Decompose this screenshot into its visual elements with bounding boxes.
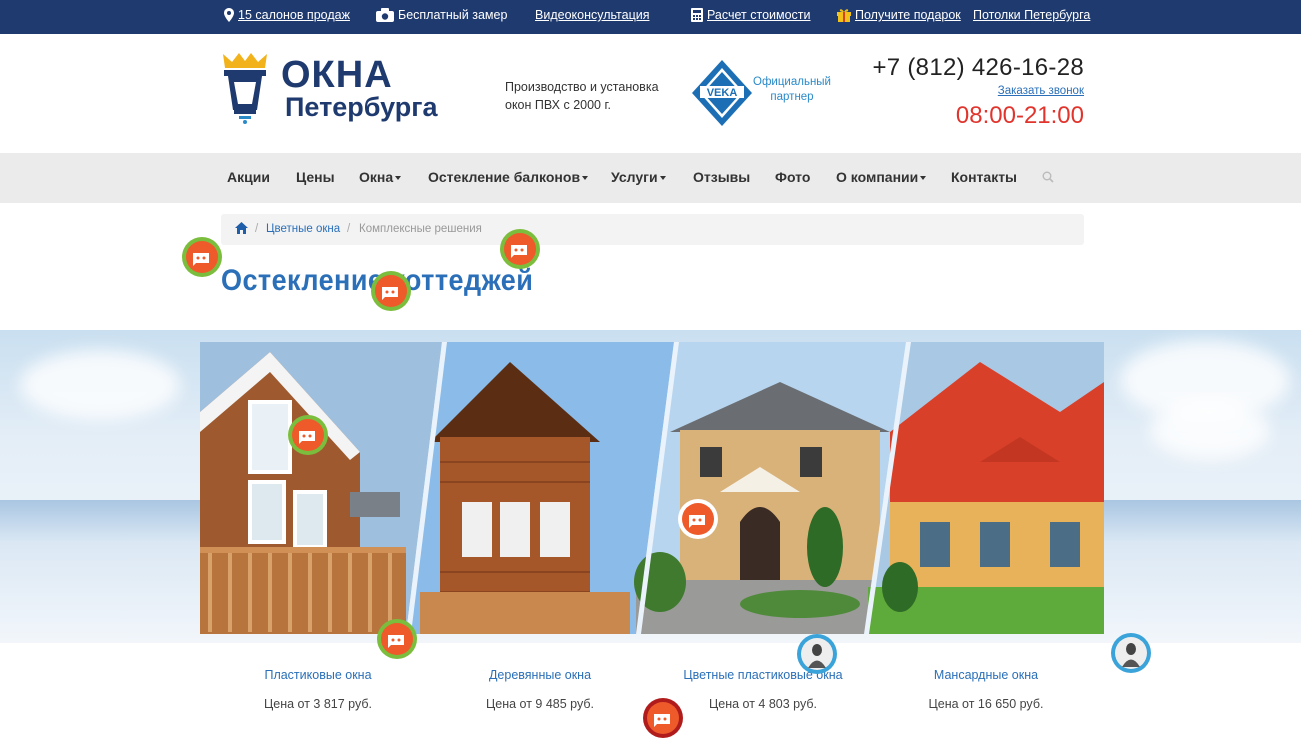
card-attic-windows-title[interactable]: Мансардные окна <box>876 668 1096 682</box>
caret-down-icon <box>920 176 927 181</box>
nav-label: Услуги <box>611 169 658 185</box>
nav-label: Контакты <box>951 169 1018 185</box>
nav-item-contacts[interactable]: Контакты <box>951 169 1017 185</box>
chat-widget-icon[interactable] <box>370 270 412 312</box>
phone-number[interactable]: +7 (812) 426-16-28 <box>872 54 1084 82</box>
nav-item-prices[interactable]: Цены <box>296 169 335 185</box>
free-measure-label: Бесплатный замер <box>398 8 508 22</box>
map-pin-icon <box>224 8 234 22</box>
caret-down-icon <box>395 176 402 181</box>
breadcrumb-separator: / <box>255 223 259 235</box>
nav-label: Отзывы <box>693 169 751 185</box>
company-tagline: Производство и установка окон ПВХ с 2000… <box>505 80 659 112</box>
nav-item-balcony[interactable]: Остекление балконов <box>428 169 589 185</box>
caret-down-icon <box>659 176 666 181</box>
avatar-widget-icon[interactable] <box>1110 632 1152 674</box>
partner-text: Официальный партнер <box>753 76 831 103</box>
cottages-collage-image <box>200 342 1104 634</box>
gift-label: Получите подарок <box>855 8 961 22</box>
video-consult-label: Видеоконсультация <box>535 8 650 22</box>
nav-item-photo[interactable]: Фото <box>775 169 810 185</box>
card-colored-windows-price: Цена от 4 803 руб. <box>709 697 817 711</box>
chat-widget-icon[interactable] <box>677 498 719 540</box>
logo-subtitle: Петербурга <box>285 92 438 122</box>
salons-label: 15 салонов продаж <box>238 8 350 22</box>
chat-widget-icon[interactable] <box>642 697 684 739</box>
brick-house-photo <box>634 342 906 634</box>
header: ОКНА Петербурга Производство и установка… <box>0 34 1301 154</box>
hero-banner <box>0 330 1301 643</box>
ceilings-link[interactable]: Потолки Петербурга <box>973 8 1090 22</box>
calc-cost-label: Расчет стоимости <box>707 8 811 22</box>
working-hours: 08:00-21:00 <box>955 102 1084 129</box>
nav-item-reviews[interactable]: Отзывы <box>693 169 750 185</box>
nav-item-about[interactable]: О компании <box>836 169 927 185</box>
avatar-widget-icon[interactable] <box>796 633 838 675</box>
calc-cost-link[interactable]: Расчет стоимости <box>691 8 811 22</box>
nav-item-windows[interactable]: Окна <box>359 169 402 185</box>
nav-label: Окна <box>359 169 394 185</box>
breadcrumb-item-current: Комплексные решения <box>359 223 482 235</box>
calculator-icon <box>691 8 703 22</box>
chat-widget-icon[interactable] <box>376 618 418 660</box>
nav-label: О компании <box>836 169 919 185</box>
gift-icon <box>837 9 851 22</box>
video-consult-link[interactable]: Видеоконсультация <box>535 8 649 22</box>
card-plastic-windows-title[interactable]: Пластиковые окна <box>208 668 428 682</box>
nav-label: Акции <box>227 169 270 185</box>
card-wooden-windows-price: Цена от 9 485 руб. <box>486 697 594 711</box>
salons-link[interactable]: 15 салонов продаж <box>224 8 350 22</box>
breadcrumb-separator: / <box>347 223 351 235</box>
svg-text:VEKA: VEKA <box>707 87 738 99</box>
free-measure-link[interactable]: Бесплатный замер <box>376 8 507 22</box>
lantern-logo-icon <box>223 53 267 124</box>
breadcrumb: / Цветные окна / Комплексные решения <box>221 214 1084 245</box>
nav-item-promos[interactable]: Акции <box>227 169 270 185</box>
caret-down-icon <box>582 176 589 181</box>
card-wooden-windows-title[interactable]: Деревянные окна <box>430 668 650 682</box>
chat-widget-icon[interactable] <box>287 414 329 456</box>
gift-link[interactable]: Получите подарок <box>837 8 961 22</box>
timber-house-photo <box>410 342 674 634</box>
nav-label: Фото <box>775 169 811 185</box>
home-icon[interactable] <box>235 222 248 234</box>
veka-logo-icon: VEKA <box>692 60 752 126</box>
nav-label: Цены <box>296 169 335 185</box>
camera-icon <box>376 8 394 22</box>
card-attic-windows-price: Цена от 16 650 руб. <box>928 697 1044 711</box>
callback-link[interactable]: Заказать звонок <box>998 85 1084 97</box>
logo-title: ОКНА <box>281 54 393 96</box>
main-nav: Акции Цены Окна Остекление балконов Услу… <box>0 153 1301 203</box>
search-icon[interactable] <box>1042 171 1054 183</box>
nav-label: Остекление балконов <box>428 169 581 185</box>
ceilings-label: Потолки Петербурга <box>973 8 1091 22</box>
nav-item-services[interactable]: Услуги <box>611 169 666 185</box>
breadcrumb-item-colored-windows[interactable]: Цветные окна <box>266 223 340 235</box>
chat-widget-icon[interactable] <box>499 228 541 270</box>
top-bar: 15 салонов продаж Бесплатный замер Видео… <box>0 0 1301 34</box>
card-colored-windows-title[interactable]: Цветные пластиковые окна <box>653 668 873 682</box>
card-plastic-windows-price: Цена от 3 817 руб. <box>264 697 372 711</box>
chat-widget-icon[interactable] <box>181 236 223 278</box>
log-house-photo <box>200 342 442 634</box>
